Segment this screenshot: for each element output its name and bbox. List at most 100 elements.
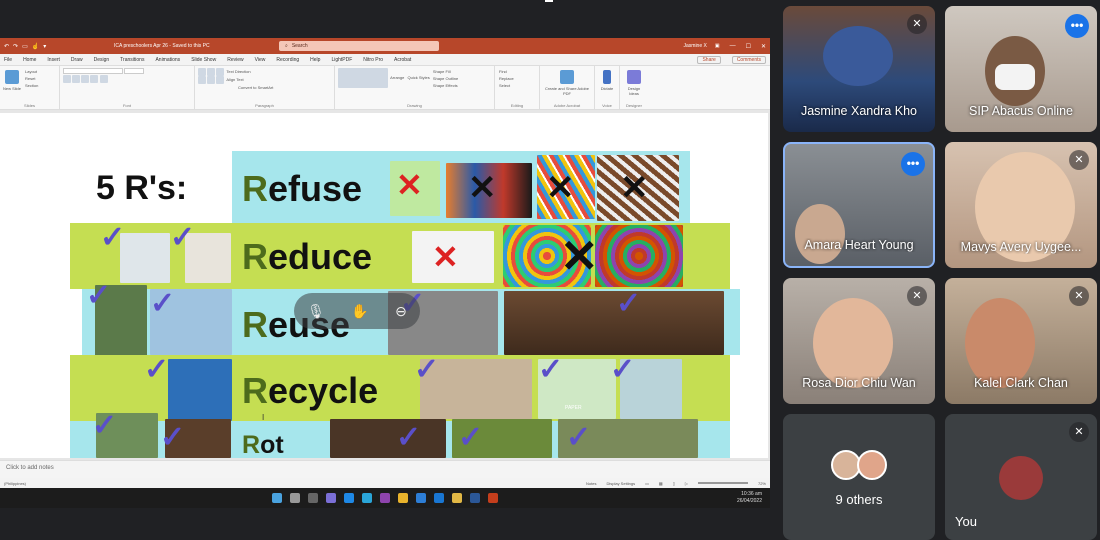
replace-button[interactable]: Replace	[499, 76, 514, 81]
slide-canvas[interactable]: 5 R's: Refuse ✕ ✕ ✕ ✕ ✓ ✓ Reduce ✕ ✕ ✓ ✓…	[0, 113, 768, 458]
others-tile[interactable]: 9 others	[783, 414, 935, 540]
bullets-icon[interactable]	[198, 68, 206, 76]
chrome-icon[interactable]	[398, 493, 408, 503]
search-taskbar-icon[interactable]	[290, 493, 300, 503]
tab-help[interactable]: Help	[310, 57, 320, 63]
participant-tile[interactable]: ✕ Jasmine Xandra Kho	[783, 6, 935, 132]
tab-file[interactable]: File	[4, 57, 12, 63]
strikethrough-icon[interactable]	[90, 75, 99, 83]
participant-tile[interactable]: ✕ Mavys Avery Uygee...	[945, 142, 1097, 268]
word-refuse: Refuse	[242, 171, 362, 207]
quick-styles-button[interactable]: Quick Styles	[407, 75, 429, 80]
font-size-box[interactable]	[124, 68, 145, 74]
more-options-icon[interactable]: •••	[901, 152, 925, 176]
participant-tile[interactable]: ✕ Kalel Clark Chan	[945, 278, 1097, 404]
slideshow-view-icon[interactable]: ▷	[685, 481, 688, 486]
notes-toggle[interactable]: Notes	[586, 481, 596, 486]
ribbon-display-icon[interactable]: ▣	[715, 43, 720, 49]
customize-icon[interactable]: ▾	[43, 43, 46, 50]
touch-icon[interactable]: ☝	[32, 43, 39, 50]
sorter-view-icon[interactable]: ▦	[659, 481, 663, 486]
maximize-icon[interactable]: ☐	[746, 43, 751, 50]
tab-transitions[interactable]: Transitions	[120, 57, 144, 63]
redo-icon[interactable]: ↷	[13, 43, 18, 50]
align-text-button[interactable]: Align Text	[226, 77, 243, 82]
present-icon[interactable]: ▭	[22, 43, 28, 50]
teams-icon[interactable]	[326, 493, 336, 503]
display-settings[interactable]: Display Settings	[606, 481, 635, 486]
font-color-icon[interactable]	[99, 75, 108, 83]
font-name-box[interactable]	[63, 68, 123, 74]
select-button[interactable]: Select	[499, 83, 510, 88]
group-label-voice: Voice	[602, 103, 612, 108]
align-right-icon[interactable]	[216, 76, 225, 84]
app-icon[interactable]	[434, 493, 444, 503]
arrange-button[interactable]: Arrange	[390, 75, 404, 80]
create-pdf-button[interactable]: Create and Share Adobe PDF	[545, 86, 589, 96]
new-slide-button[interactable]: New Slide	[3, 68, 21, 91]
tab-recording[interactable]: Recording	[276, 57, 299, 63]
viber-icon[interactable]	[380, 493, 390, 503]
tab-review[interactable]: Review	[227, 57, 243, 63]
hand-icon[interactable]: ✋	[351, 303, 368, 320]
zoom-icon[interactable]	[362, 493, 372, 503]
powerpoint-icon[interactable]	[488, 493, 498, 503]
reading-view-icon[interactable]: ▯	[673, 481, 675, 486]
section-button[interactable]: Section	[25, 83, 38, 88]
close-icon[interactable]: ✕	[761, 43, 766, 50]
tab-insert[interactable]: Insert	[47, 57, 60, 63]
video-feed	[965, 298, 1035, 388]
dictate-button[interactable]: Dictate	[601, 86, 613, 91]
indent-icon[interactable]	[216, 68, 225, 76]
self-tile[interactable]: ✕ You	[945, 414, 1097, 540]
zoom-slider[interactable]	[697, 482, 748, 484]
italic-icon[interactable]	[72, 75, 81, 83]
participant-tile[interactable]: ••• SIP Abacus Online	[945, 6, 1097, 132]
undo-icon[interactable]: ↶	[4, 43, 9, 50]
participant-tile[interactable]: ••• Amara Heart Young	[783, 142, 935, 268]
layout-button[interactable]: Layout	[25, 69, 37, 74]
start-icon[interactable]	[272, 493, 282, 503]
tab-slide-show[interactable]: Slide Show	[191, 57, 216, 63]
tab-animations[interactable]: Animations	[155, 57, 180, 63]
align-center-icon[interactable]	[207, 76, 216, 84]
folder-icon[interactable]	[452, 493, 462, 503]
find-button[interactable]: Find	[499, 69, 507, 74]
user-name[interactable]: Jasmine X	[684, 43, 707, 49]
shape-outline-button[interactable]: Shape Outline	[433, 76, 458, 81]
shape-fill-button[interactable]: Shape Fill	[433, 69, 451, 74]
word-icon[interactable]	[416, 493, 426, 503]
normal-view-icon[interactable]: ▭	[645, 481, 649, 486]
underline-icon[interactable]	[81, 75, 90, 83]
tab-lightpdf[interactable]: LightPDF	[331, 57, 352, 63]
search-box[interactable]: ⌕ Search	[279, 41, 439, 51]
minimize-icon[interactable]: —	[730, 43, 736, 50]
tab-nitro[interactable]: Nitro Pro	[363, 57, 383, 63]
stop-share-icon[interactable]: ⊖	[395, 303, 407, 320]
design-ideas-button[interactable]: Design Ideas	[628, 86, 640, 96]
text-direction-button[interactable]: Text Direction	[226, 69, 250, 74]
convert-smartart-button[interactable]: Convert to SmartArt	[238, 85, 273, 90]
align-left-icon[interactable]	[198, 76, 206, 84]
shape-effects-button[interactable]: Shape Effects	[433, 83, 458, 88]
bold-icon[interactable]	[63, 75, 71, 83]
notes-pane[interactable]: Click to add notes	[0, 460, 770, 478]
tab-view[interactable]: View	[255, 57, 266, 63]
shapes-gallery[interactable]	[338, 68, 388, 88]
outlook-icon[interactable]	[470, 493, 480, 503]
edge-icon[interactable]	[344, 493, 354, 503]
task-view-icon[interactable]	[308, 493, 318, 503]
share-button[interactable]: Share	[697, 55, 721, 64]
check-icon: ✓	[150, 287, 176, 320]
mic-off-icon[interactable]: 🎙	[307, 303, 325, 320]
face-mask	[995, 64, 1035, 90]
reset-button[interactable]: Reset	[25, 76, 35, 81]
participant-tile[interactable]: ✕ Rosa Dior Chiu Wan	[783, 278, 935, 404]
zoom-level[interactable]: 72%	[758, 481, 766, 486]
tab-acrobat[interactable]: Acrobat	[394, 57, 411, 63]
comments-button[interactable]: Comments	[731, 55, 766, 64]
tab-draw[interactable]: Draw	[71, 57, 83, 63]
numbering-icon[interactable]	[207, 68, 216, 76]
tab-home[interactable]: Home	[23, 57, 36, 63]
tab-design[interactable]: Design	[94, 57, 110, 63]
